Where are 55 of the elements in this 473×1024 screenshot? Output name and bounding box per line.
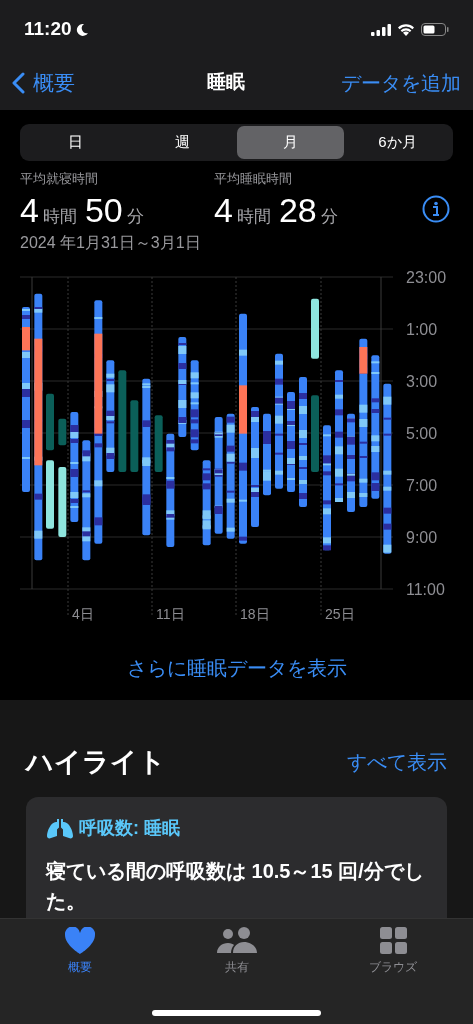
info-icon[interactable] [422,194,450,223]
stat-unit: 時間 [236,205,271,228]
people-icon [216,927,257,954]
axis-label: 18日 [240,605,270,622]
axis-label: 1:00 [406,320,438,338]
sleep-bar [311,298,319,359]
tab-bar-item[interactable]: 共有 [196,927,277,991]
axis-label: 11日 [156,605,185,622]
stat-value: 4 [214,189,233,231]
card-title: 呼吸数: 睡眠 [79,816,180,840]
signal-icon [371,23,391,36]
chevron-left-icon [12,71,25,94]
stat-value: 50 [84,189,123,231]
sleep-bar [46,459,54,529]
axis-label: 11:00 [406,580,445,598]
tab-bar-item[interactable]: 概要 [40,927,120,991]
heart-icon [65,927,95,954]
grid-icon [379,927,407,954]
axis-label: 7:00 [406,476,438,494]
battery-icon [421,23,449,36]
clock-time: 11:20 [24,17,72,42]
axis-label: 4日 [72,605,94,622]
segment-tab[interactable]: 週 [129,126,237,159]
card-text: 寝ている間の呼吸数は 10.5～15 回/分でした。 [46,858,425,914]
lungs-icon [46,817,74,839]
axis-label: 9:00 [406,528,438,546]
sleep-bar [46,393,54,450]
sleep-bar [58,466,67,537]
date-range: 2024 年1月31日～3月1日 [19,232,202,253]
stat-label: 平均就寝時間 [20,170,98,188]
section-title: ハイライト [26,746,166,779]
moon-icon [74,22,89,37]
stat-unit: 分 [320,205,338,228]
show-more-link[interactable]: さらに睡眠データを表示 [126,652,347,683]
stat-label: 平均睡眠時間 [214,170,292,188]
stat-value: 4 [20,189,39,231]
stat-unit: 時間 [42,205,77,228]
segment-tab[interactable]: 6か月 [343,126,451,159]
add-data-button[interactable]: データを追加 [341,67,461,98]
axis-label: 5:00 [406,424,438,442]
stat-value: 28 [278,189,317,231]
axis-label: 3:00 [406,372,438,390]
tab-bar-item[interactable]: ブラウズ [353,927,433,991]
see-all-link[interactable]: すべて表示 [347,747,447,778]
highlight-card[interactable]: 呼吸数: 睡眠 寝ている間の呼吸数は 10.5～15 回/分でした。 [26,796,447,918]
sleep-bar [58,418,67,445]
axis-label: 25日 [325,605,355,622]
segment-tab[interactable]: 月 [236,126,344,159]
nav-title: 睡眠 [207,70,245,95]
back-button[interactable]: 概要 [12,66,75,99]
axis-label: 23:00 [406,268,447,286]
segment-tab[interactable]: 日 [22,126,130,159]
wifi-icon [397,23,415,36]
stat-unit: 分 [126,205,144,228]
sleep-bar [154,414,163,472]
